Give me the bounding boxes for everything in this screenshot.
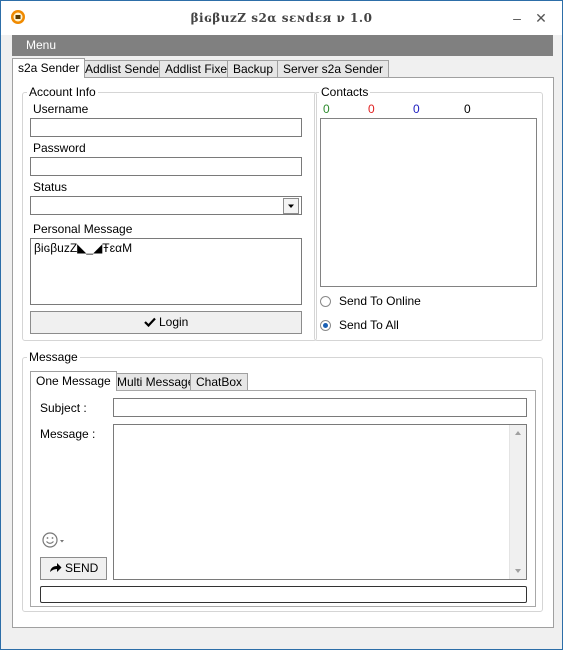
tab-one-message[interactable]: One Message [30,371,117,391]
scroll-up-icon[interactable] [510,426,526,440]
username-field[interactable] [30,118,302,137]
login-label: Login [158,315,189,329]
send-progress-bar [40,586,527,603]
contacts-list[interactable] [320,118,537,287]
personal-message-field[interactable]: βiɢβuzZ◣_◢ŦɛαM [30,238,302,305]
status-select[interactable] [30,196,302,215]
status-label: Status [33,180,68,194]
tab-backup[interactable]: Backup [227,60,280,77]
subject-field[interactable] [113,398,527,417]
message-legend: Message [29,350,78,364]
minimize-button[interactable]: – [505,7,529,29]
status-dropdown-button[interactable] [283,198,299,214]
tab-server-s2a-sender[interactable]: Server s2a Sender [277,60,390,77]
chevron-down-icon [288,204,294,208]
send-to-all-label[interactable]: Send To All [339,318,399,332]
app-window: βiɢβuzZ s2α sɛɴdɛя ν 1.0 – ✕ Menu s2a Se… [0,0,563,650]
emoji-picker-button[interactable] [41,531,67,551]
s2a-sender-panel: Account Info Username Password Status Pe… [12,77,554,628]
account-info-legend: Account Info [29,85,96,99]
total-count: 0 [464,102,471,116]
checkmark-icon [143,317,156,328]
tab-chatbox[interactable]: ChatBox [190,373,249,390]
tab-addlist-sender[interactable]: Addlist Sender [79,60,170,77]
scroll-down-icon[interactable] [510,564,526,578]
title-bar: βiɢβuzZ s2α sɛɴdɛя ν 1.0 – ✕ [1,1,562,35]
window-title: βiɢβuzZ s2α sɛɴdɛя ν 1.0 [190,11,373,25]
away-count: 0 [413,102,420,116]
message-label: Message : [40,427,96,441]
login-button[interactable]: Login [30,311,302,334]
menu-bar: Menu [12,35,553,56]
contacts-legend: Contacts [321,85,369,99]
password-label: Password [33,141,86,155]
busy-count: 0 [368,102,375,116]
personal-message-label: Personal Message [33,222,133,236]
send-to-all-radio[interactable] [320,320,331,331]
send-button[interactable]: SEND [40,557,107,580]
subject-label: Subject : [40,401,87,415]
message-scrollbar[interactable] [509,425,526,579]
send-label: SEND [65,561,99,575]
username-label: Username [33,102,89,116]
tab-addlist-fixer[interactable]: Addlist Fixer [159,60,238,77]
send-to-online-radio[interactable] [320,296,331,307]
one-message-panel: Subject : Message : SEND [30,390,536,607]
message-field[interactable] [113,424,527,580]
tab-multi-message[interactable]: Multi Message [111,373,201,390]
menu-item[interactable]: Menu [26,38,56,52]
online-count: 0 [323,102,330,116]
close-button[interactable]: ✕ [529,7,553,29]
tab-s2a-sender[interactable]: s2a Sender [12,58,86,78]
send-to-online-label[interactable]: Send To Online [339,294,421,308]
password-field[interactable] [30,157,302,176]
smiley-icon [42,532,64,548]
forward-arrow-icon [49,563,62,572]
